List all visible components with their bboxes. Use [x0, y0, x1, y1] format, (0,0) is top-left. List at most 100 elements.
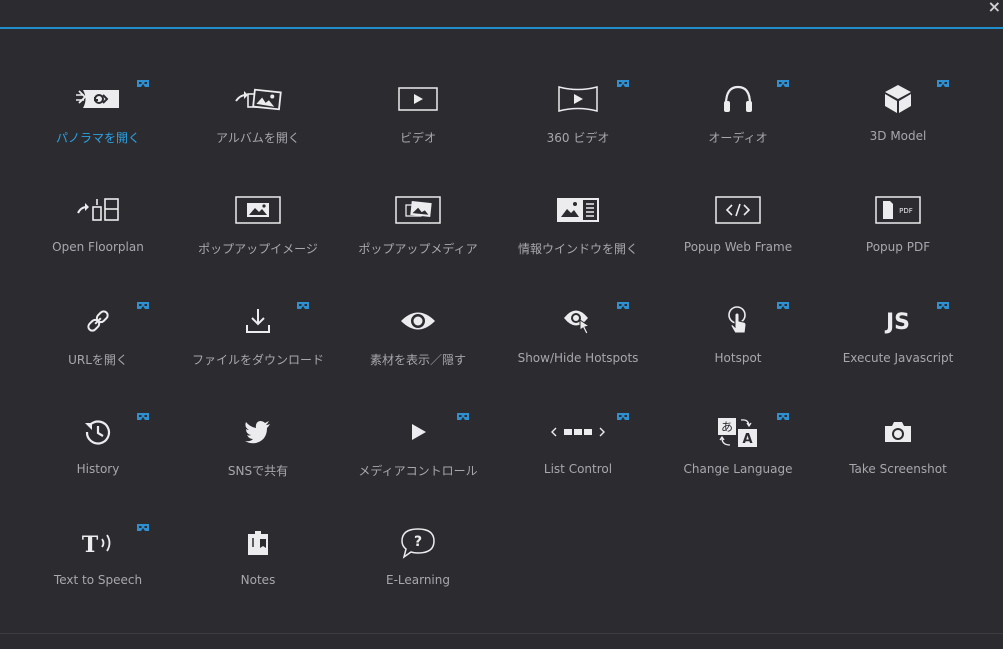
- action-item-label: ファイルをダウンロード: [191, 353, 324, 367]
- action-item-elearning[interactable]: ? E-Learning: [338, 508, 498, 619]
- svg-text:PDF: PDF: [899, 207, 913, 215]
- action-item-label: Execute Javascript: [842, 351, 954, 365]
- action-item-label: メディアコントロール: [358, 464, 478, 478]
- translate-icon: あ A: [658, 415, 818, 449]
- action-item-info-window[interactable]: 情報ウインドウを開く: [498, 175, 658, 286]
- action-item-popup-media[interactable]: ポップアップメディア: [338, 175, 498, 286]
- action-item-notes[interactable]: Notes: [178, 508, 338, 619]
- js-icon: JS: [818, 304, 978, 338]
- vr-badge-icon: [137, 294, 149, 309]
- action-item-label: 3D Model: [869, 129, 927, 143]
- action-item-popup-image[interactable]: ポップアップイメージ: [178, 175, 338, 286]
- action-item-label: Take Screenshot: [849, 462, 947, 476]
- svg-text:あ: あ: [721, 420, 733, 434]
- action-item-label: ポップアップメディア: [358, 242, 478, 256]
- vr-badge-icon: [137, 72, 149, 87]
- action-item-label: Popup PDF: [865, 240, 931, 254]
- vr-badge-icon: [937, 72, 949, 87]
- svg-text:T: T: [82, 532, 99, 556]
- svg-text:?: ?: [414, 534, 422, 550]
- vr-badge-icon: [617, 294, 629, 309]
- action-item-open-album[interactable]: アルバムを開く: [178, 64, 338, 175]
- download-icon: [178, 304, 338, 338]
- action-item-video[interactable]: ビデオ: [338, 64, 498, 175]
- svg-text:A: A: [742, 432, 752, 447]
- vr-badge-icon: [617, 405, 629, 420]
- video-360-icon: [498, 82, 658, 116]
- action-item-list-control[interactable]: List Control: [498, 397, 658, 508]
- action-item-label: 360 ビデオ: [546, 131, 610, 145]
- hotspot-eye-icon: [498, 304, 658, 338]
- action-item-label: Change Language: [683, 462, 793, 476]
- vr-badge-icon: [457, 405, 469, 420]
- action-item-pdf[interactable]: PDF Popup PDF: [818, 175, 978, 286]
- action-item-eye[interactable]: 素材を表示／隠す: [338, 286, 498, 397]
- action-item-label: ビデオ: [399, 131, 436, 145]
- pdf-icon: PDF: [818, 193, 978, 227]
- vr-badge-icon: [137, 405, 149, 420]
- action-item-play[interactable]: メディアコントロール: [338, 397, 498, 508]
- action-item-js[interactable]: JS Execute Javascript: [818, 286, 978, 397]
- elearning-icon: ?: [338, 526, 498, 560]
- play-icon: [338, 415, 498, 449]
- vr-badge-icon: [137, 516, 149, 531]
- action-item-floorplan[interactable]: Open Floorplan: [18, 175, 178, 286]
- action-item-label: アルバムを開く: [216, 131, 300, 145]
- action-item-label: パノラマを開く: [55, 131, 140, 145]
- action-item-code-frame[interactable]: Popup Web Frame: [658, 175, 818, 286]
- popup-media-icon: [338, 193, 498, 227]
- action-item-label: History: [76, 462, 120, 476]
- action-item-translate[interactable]: あ A Change Language: [658, 397, 818, 508]
- accent-divider: [0, 27, 1003, 29]
- action-item-download[interactable]: ファイルをダウンロード: [178, 286, 338, 397]
- action-item-label: Show/Hide Hotspots: [517, 351, 639, 365]
- action-item-twitter[interactable]: SNSで共有: [178, 397, 338, 508]
- eye-icon: [338, 304, 498, 338]
- action-item-hand-pointer[interactable]: Hotspot: [658, 286, 818, 397]
- vr-badge-icon: [777, 72, 789, 87]
- action-item-label: E-Learning: [385, 573, 450, 587]
- vr-badge-icon: [617, 72, 629, 87]
- history-icon: [18, 415, 178, 449]
- info-window-icon: [498, 193, 658, 227]
- twitter-icon: [178, 415, 338, 449]
- action-picker-dialog: × パノラマを開く アルバムを開く ビデオ 360 ビデオ オーディオ 3D M…: [0, 0, 1003, 649]
- action-item-label: Hotspot: [714, 351, 762, 365]
- action-item-label: Notes: [240, 573, 276, 587]
- cube-icon: [818, 82, 978, 116]
- open-panorama-icon: [18, 82, 178, 116]
- action-item-cube[interactable]: 3D Model: [818, 64, 978, 175]
- action-item-headphones[interactable]: オーディオ: [658, 64, 818, 175]
- vr-badge-icon: [777, 294, 789, 309]
- action-item-label: SNSで共有: [227, 464, 289, 478]
- action-item-label: Popup Web Frame: [683, 240, 793, 254]
- open-album-icon: [178, 82, 338, 116]
- headphones-icon: [658, 82, 818, 116]
- action-item-label: 素材を表示／隠す: [369, 353, 466, 367]
- link-icon: [18, 304, 178, 338]
- action-item-hotspot-eye[interactable]: Show/Hide Hotspots: [498, 286, 658, 397]
- notes-icon: [178, 526, 338, 560]
- camera-icon: [818, 415, 978, 449]
- action-item-video-360[interactable]: 360 ビデオ: [498, 64, 658, 175]
- action-item-label: ポップアップイメージ: [198, 242, 318, 256]
- list-control-icon: [498, 415, 658, 449]
- vr-badge-icon: [777, 405, 789, 420]
- action-item-label: Text to Speech: [53, 573, 143, 587]
- footer-divider: [0, 633, 1003, 634]
- vr-badge-icon: [937, 294, 949, 309]
- action-item-text-to-speech[interactable]: T Text to Speech: [18, 508, 178, 619]
- video-icon: [338, 82, 498, 116]
- floorplan-icon: [18, 193, 178, 227]
- action-item-label: URLを開く: [68, 353, 128, 367]
- text-to-speech-icon: T: [18, 526, 178, 560]
- action-item-link[interactable]: URLを開く: [18, 286, 178, 397]
- action-item-open-panorama[interactable]: パノラマを開く: [18, 64, 178, 175]
- action-item-label: Open Floorplan: [52, 240, 144, 254]
- action-item-history[interactable]: History: [18, 397, 178, 508]
- popup-image-icon: [178, 193, 338, 227]
- close-icon[interactable]: ×: [988, 0, 1001, 17]
- action-item-label: List Control: [543, 462, 613, 476]
- action-item-label: オーディオ: [708, 131, 768, 145]
- action-item-camera[interactable]: Take Screenshot: [818, 397, 978, 508]
